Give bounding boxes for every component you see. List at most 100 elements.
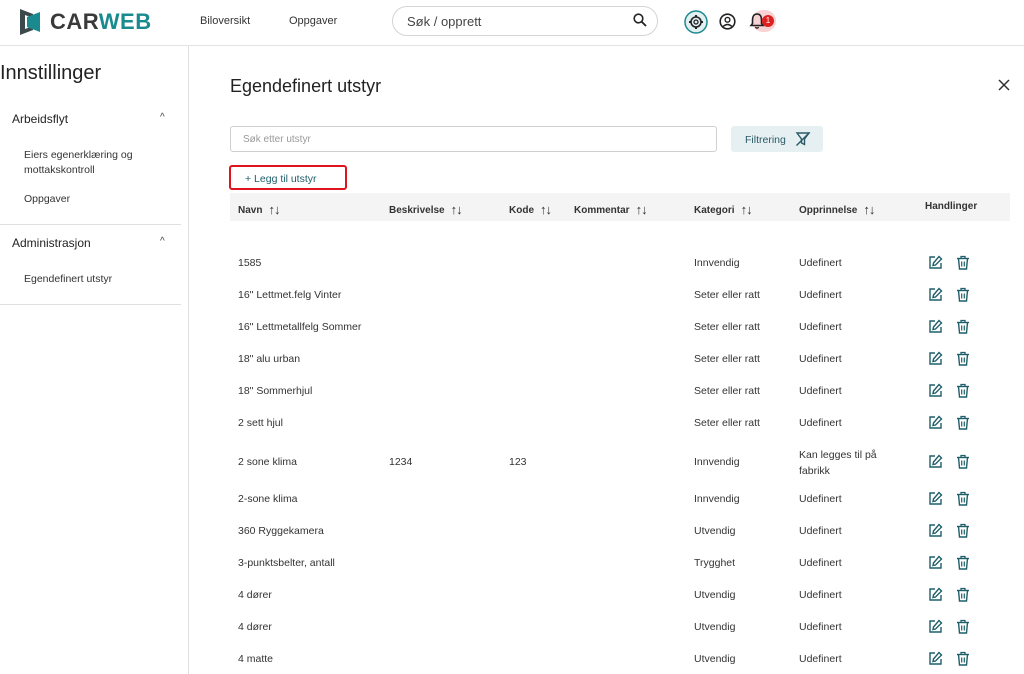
sort-icon: ↑↓ [540, 202, 552, 217]
cell-code: 123 [509, 456, 527, 468]
delete-icon[interactable] [956, 491, 970, 511]
equipment-search-input[interactable] [241, 133, 705, 146]
cell-category: Seter eller ratt [694, 321, 760, 333]
edit-icon[interactable] [928, 351, 943, 371]
edit-icon[interactable] [928, 454, 943, 474]
column-header-name[interactable]: Navn ↑↓ [238, 201, 280, 217]
sidebar: Innstillinger Arbeidsflyt ^ Eiers egener… [0, 46, 189, 674]
column-header-code[interactable]: Kode ↑↓ [509, 201, 552, 217]
nav-vehicles[interactable]: Biloversikt [200, 15, 250, 27]
edit-icon[interactable] [928, 587, 943, 607]
delete-icon[interactable] [956, 587, 970, 607]
edit-icon[interactable] [928, 287, 943, 307]
cell-name: 1585 [238, 257, 262, 269]
column-header-description[interactable]: Beskrivelse ↑↓ [389, 201, 463, 217]
delete-icon[interactable] [956, 415, 970, 435]
cell-origin: Udefinert [799, 385, 842, 397]
cell-name: 4 dører [238, 621, 272, 633]
edit-icon[interactable] [928, 619, 943, 639]
cell-origin: Udefinert [799, 621, 842, 633]
sidebar-divider [0, 304, 181, 305]
cell-origin: Udefinert [799, 525, 842, 537]
cell-origin: Udefinert [799, 417, 842, 429]
sort-icon: ↑↓ [450, 202, 463, 217]
cell-category: Utvendig [694, 653, 736, 665]
sort-icon: ↑↓ [740, 202, 753, 217]
cell-category: Seter eller ratt [694, 385, 760, 397]
delete-icon[interactable] [956, 255, 970, 275]
top-bar: CARWEB Biloversikt Oppgaver 1 [0, 0, 1024, 46]
cell-category: Utvendig [694, 621, 736, 633]
brand-name: CARWEB [50, 9, 152, 34]
cell-category: Utvendig [694, 589, 736, 601]
delete-icon[interactable] [956, 523, 970, 543]
edit-icon[interactable] [928, 383, 943, 403]
cell-origin: Kan legges til på fabrikk [799, 449, 877, 477]
delete-icon[interactable] [956, 383, 970, 403]
cell-name: 2-sone klima [238, 493, 298, 505]
delete-icon[interactable] [956, 319, 970, 339]
edit-icon[interactable] [928, 255, 943, 275]
sidebar-title: Innstillinger [0, 62, 102, 84]
filter-button-label: Filtrering [745, 134, 786, 146]
sidebar-item-tasks[interactable]: Oppgaver [24, 192, 70, 207]
add-equipment-label: + Legg til utstyr [245, 173, 317, 185]
cell-origin: Udefinert [799, 557, 842, 569]
sidebar-section-workflow[interactable]: Arbeidsflyt [12, 112, 68, 126]
cell-category: Innvendig [694, 257, 740, 269]
cell-name: 360 Ryggekamera [238, 525, 324, 537]
cell-category: Seter eller ratt [694, 417, 760, 429]
sort-icon: ↑↓ [863, 202, 875, 217]
global-search[interactable] [392, 6, 658, 36]
nav-tasks[interactable]: Oppgaver [289, 15, 337, 27]
delete-icon[interactable] [956, 351, 970, 371]
delete-icon[interactable] [956, 454, 970, 474]
delete-icon[interactable] [956, 287, 970, 307]
cell-name: 2 sett hjul [238, 417, 283, 429]
sort-icon: ↑↓ [635, 202, 648, 217]
cell-category: Trygghet [694, 557, 736, 569]
delete-icon[interactable] [956, 555, 970, 575]
carweb-logo-icon [20, 9, 40, 35]
search-input[interactable] [405, 13, 629, 30]
edit-icon[interactable] [928, 491, 943, 511]
cell-name: 16" Lettmet.felg Vinter [238, 289, 342, 301]
delete-icon[interactable] [956, 619, 970, 639]
delete-icon[interactable] [956, 651, 970, 671]
sidebar-item-custom-equipment[interactable]: Egendefinert utstyr [24, 272, 112, 287]
cell-category: Seter eller ratt [694, 289, 760, 301]
settings-icon[interactable] [684, 10, 708, 39]
sidebar-section-administration[interactable]: Administrasjon [12, 236, 91, 250]
cell-name: 2 sone klima [238, 456, 297, 468]
user-icon[interactable] [719, 13, 736, 35]
cell-description: 1234 [389, 456, 413, 468]
add-equipment-button[interactable]: + Legg til utstyr [229, 165, 347, 190]
edit-icon[interactable] [928, 415, 943, 435]
search-icon[interactable] [633, 13, 647, 32]
column-header-origin[interactable]: Opprinnelse ↑↓ [799, 201, 875, 217]
cell-name: 4 matte [238, 653, 274, 665]
equipment-search[interactable] [230, 126, 717, 152]
chevron-up-icon[interactable]: ^ [160, 112, 165, 123]
close-icon[interactable] [998, 78, 1010, 96]
cell-origin: Udefinert [799, 257, 842, 269]
edit-icon[interactable] [928, 319, 943, 339]
column-header-actions: Handlinger [925, 201, 978, 212]
edit-icon[interactable] [928, 523, 943, 543]
cell-origin: Udefinert [799, 493, 842, 505]
logo[interactable]: CARWEB [18, 6, 152, 38]
edit-icon[interactable] [928, 555, 943, 575]
edit-icon[interactable] [928, 651, 943, 671]
sidebar-divider [0, 224, 181, 225]
cell-category: Utvendig [694, 525, 736, 537]
column-header-category[interactable]: Kategori ↑↓ [694, 201, 753, 217]
column-header-comment[interactable]: Kommentar ↑↓ [574, 201, 648, 217]
cell-origin: Udefinert [799, 353, 842, 365]
page-title: Egendefinert utstyr [230, 76, 382, 96]
sidebar-item-owner-declaration[interactable]: Eiers egenerklæring og mottakskontroll [24, 148, 164, 178]
chevron-up-icon[interactable]: ^ [160, 236, 165, 247]
filter-off-icon [795, 132, 811, 146]
cell-category: Innvendig [694, 456, 740, 468]
filter-button[interactable]: Filtrering [731, 126, 823, 152]
cell-origin: Udefinert [799, 653, 842, 665]
